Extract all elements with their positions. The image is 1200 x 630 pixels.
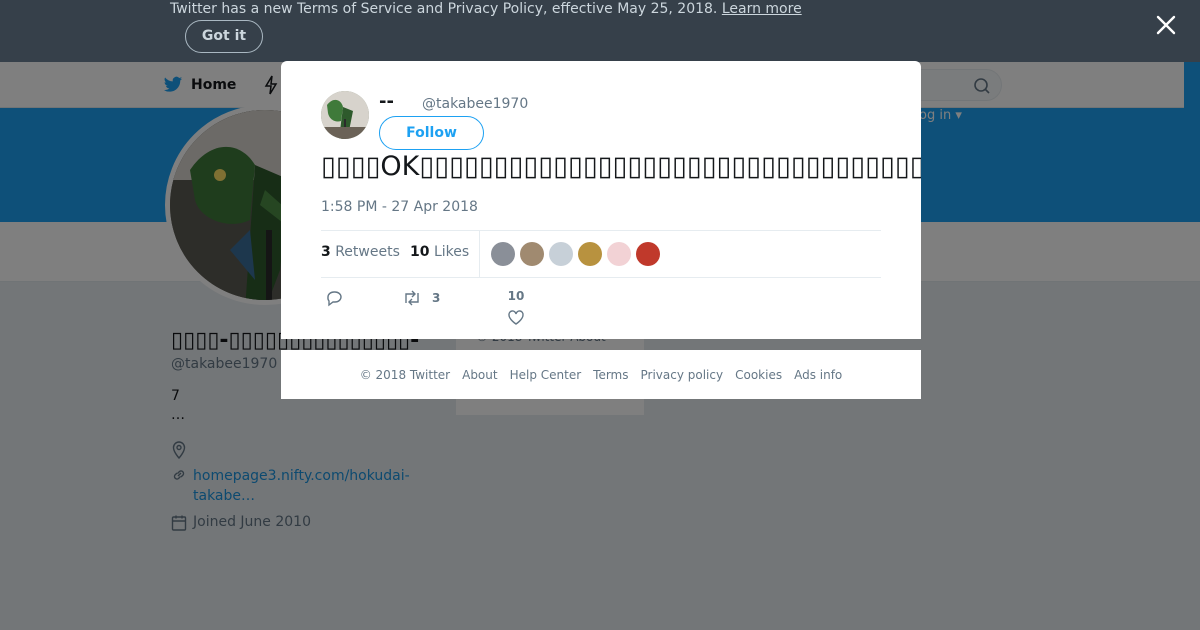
close-icon[interactable] [1155, 14, 1177, 36]
modal-footer: © 2018 Twitter About Help Center Terms Priva… [281, 350, 921, 399]
footer-link[interactable]: Privacy policy [641, 368, 724, 382]
liker-avatar[interactable] [491, 242, 515, 266]
liker-avatar[interactable] [636, 242, 660, 266]
like-button[interactable]: 10 [507, 289, 525, 326]
liker-avatar[interactable] [607, 242, 631, 266]
likes-stat[interactable]: 10 Likes [410, 244, 469, 260]
tweet-author-handle[interactable]: @takabee1970 [422, 96, 528, 112]
tweet-actions: 3 10 [321, 289, 881, 329]
tweet-modal: -- @takabee1970 Follow ▯▯▯▯OK▯▯▯▯▯▯▯▯▯▯▯… [281, 61, 921, 339]
terms-banner-text: Twitter has a new Terms of Service and P… [170, 1, 802, 17]
tweet-avatar-image [321, 91, 369, 139]
footer-link[interactable]: Ads info [794, 368, 842, 382]
liker-avatar[interactable] [578, 242, 602, 266]
follow-button[interactable]: Follow [379, 116, 484, 150]
tweet-timestamp[interactable]: 1:58 PM - 27 Apr 2018 [321, 199, 478, 215]
reply-icon [327, 291, 342, 307]
reply-button[interactable] [325, 289, 343, 307]
terms-banner: Twitter has a new Terms of Service and P… [0, 0, 1200, 62]
liker-avatar[interactable] [549, 242, 573, 266]
tweet-author-name[interactable]: -- [379, 91, 394, 112]
footer-link[interactable]: Help Center [510, 368, 582, 382]
liker-avatars [491, 242, 660, 266]
retweet-button[interactable]: 3 [402, 289, 440, 307]
got-it-button[interactable]: Got it [185, 20, 263, 53]
stats-divider [479, 231, 480, 277]
tweet-text: ▯▯▯▯OK▯▯▯▯▯▯▯▯▯▯▯▯▯▯▯▯▯▯▯▯▯▯▯▯▯▯▯▯▯▯▯▯▯▯… [321, 151, 921, 182]
learn-more-link[interactable]: Learn more [722, 1, 802, 17]
footer-link: © 2018 Twitter [359, 367, 451, 382]
retweet-icon [405, 290, 419, 306]
footer-link[interactable]: About [462, 368, 497, 382]
liker-avatar[interactable] [520, 242, 544, 266]
footer-link[interactable]: Terms [593, 368, 628, 382]
tweet-avatar[interactable] [321, 91, 369, 139]
heart-icon [508, 310, 524, 325]
retweets-stat[interactable]: 3 Retweets [321, 244, 400, 260]
tweet-stats: 3 Retweets 10 Likes [321, 230, 881, 278]
footer-link[interactable]: Cookies [735, 368, 782, 382]
